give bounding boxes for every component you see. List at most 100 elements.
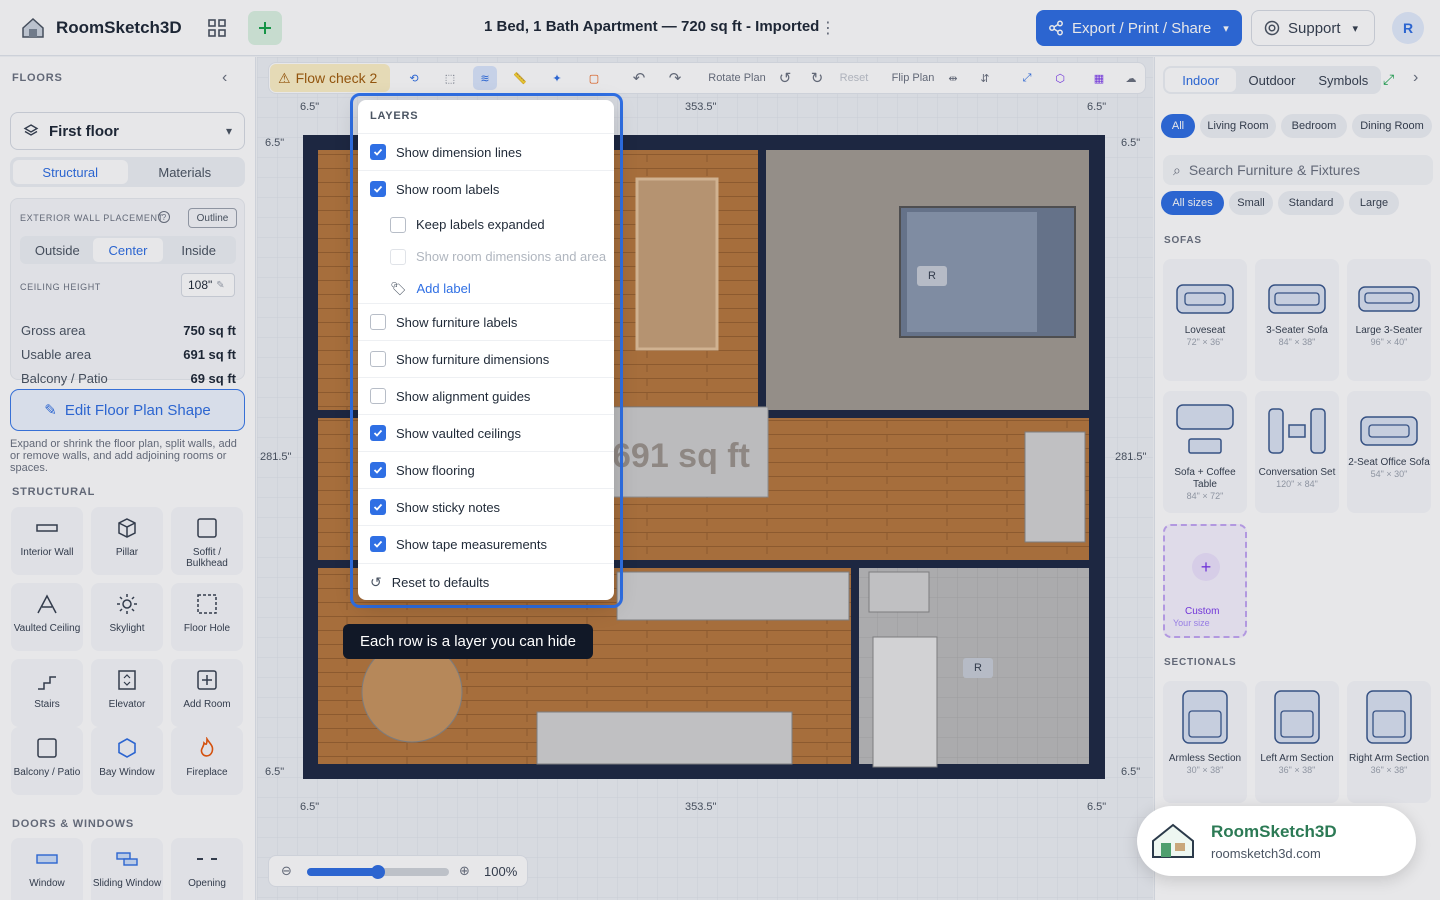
checkbox-icon[interactable] — [390, 248, 406, 265]
tool-floor-hole[interactable]: Floor Hole — [171, 583, 243, 651]
layer-row[interactable]: Show room labels — [358, 170, 614, 207]
zoom-slider[interactable] — [307, 865, 449, 879]
reset-rotate-button[interactable]: Reset — [838, 66, 870, 90]
note-icon[interactable]: ▢ — [582, 66, 606, 90]
brand[interactable]: RoomSketch3D — [20, 15, 195, 41]
furniture-search[interactable]: ⌕ Search Furniture & Fixtures — [1163, 155, 1433, 185]
rotate-right-icon[interactable]: ↻ — [806, 66, 828, 90]
edit-floor-plan-button[interactable]: ✎ Edit Floor Plan Shape — [10, 389, 245, 431]
checkbox-icon[interactable] — [370, 314, 386, 330]
reset-defaults-button[interactable]: ↺ Reset to defaults — [358, 563, 614, 600]
select-icon[interactable]: ⬚ — [438, 66, 462, 90]
more-options-icon[interactable]: ⋮ — [820, 16, 836, 40]
room-chip-all[interactable]: All — [1161, 114, 1195, 138]
new-plan-button[interactable] — [248, 11, 282, 45]
item-armless[interactable]: Armless Section 30" × 38" — [1163, 681, 1247, 803]
tool-interior-wall[interactable]: Interior Wall — [11, 507, 83, 575]
layer-row[interactable]: Show vaulted ceilings — [358, 414, 614, 451]
checkbox-checked-icon[interactable] — [370, 425, 386, 441]
layer-row[interactable]: Show tape measurements — [358, 525, 614, 562]
size-chip-small[interactable]: Small — [1229, 191, 1273, 215]
flip-plan-label[interactable]: Flip Plan — [888, 66, 938, 90]
checkbox-checked-icon[interactable] — [370, 181, 386, 197]
tab-materials[interactable]: Materials — [128, 160, 243, 184]
placement-outside[interactable]: Outside — [22, 238, 93, 262]
tab-outdoor[interactable]: Outdoor — [1236, 68, 1307, 92]
item-3-seater[interactable]: 3-Seater Sofa 84" × 38" — [1255, 259, 1339, 381]
3d-view-icon[interactable]: ⬡ — [1049, 66, 1071, 90]
support-button[interactable]: Support ▾ — [1251, 10, 1375, 46]
tool-add-room[interactable]: Add Room — [171, 659, 243, 727]
layer-row[interactable]: 🏷 Add label — [358, 270, 614, 307]
zoom-out-icon[interactable]: ⊖ — [281, 863, 292, 879]
tool-fireplace[interactable]: Fireplace — [171, 727, 243, 795]
checkbox-checked-icon[interactable] — [370, 462, 386, 478]
tab-indoor[interactable]: Indoor — [1165, 68, 1237, 92]
layer-row[interactable]: Show sticky notes — [358, 488, 614, 525]
tool-elevator[interactable]: Elevator — [91, 659, 163, 727]
item-custom[interactable]: + Custom Your size — [1163, 524, 1247, 638]
tool-skylight[interactable]: Skylight — [91, 583, 163, 651]
item-loveseat[interactable]: Loveseat 72" × 36" — [1163, 259, 1247, 381]
room-tag[interactable]: R — [917, 266, 947, 286]
item-office-sofa[interactable]: 2-Seat Office Sofa 54" × 30" — [1347, 391, 1431, 513]
rotate-plan-label[interactable]: Rotate Plan — [704, 66, 770, 90]
redo-icon[interactable]: ↷ — [664, 66, 686, 90]
tool-balcony[interactable]: Balcony / Patio — [11, 727, 83, 795]
checkbox-icon[interactable] — [370, 388, 386, 404]
item-right-arm[interactable]: Right Arm Section 36" × 38" — [1347, 681, 1431, 803]
layer-row[interactable]: Show alignment guides — [358, 377, 614, 414]
expand-icon[interactable]: ⤢ — [1383, 71, 1394, 88]
placement-inside[interactable]: Inside — [163, 238, 234, 262]
placement-center[interactable]: Center — [92, 238, 164, 262]
building-icon[interactable]: ▦ — [1088, 66, 1110, 90]
tool-vaulted-ceiling[interactable]: Vaulted Ceiling — [11, 583, 83, 651]
dashboard-button[interactable] — [200, 11, 234, 45]
layer-row[interactable]: Show furniture dimensions — [358, 340, 614, 377]
tab-symbols[interactable]: Symbols — [1308, 68, 1379, 92]
cloud-icon[interactable]: ☁ — [1120, 66, 1142, 90]
promo-card[interactable]: RoomSketch3D roomsketch3d.com — [1137, 806, 1416, 876]
tab-structural[interactable]: Structural — [13, 160, 128, 184]
layer-row[interactable]: Show dimension lines — [358, 133, 614, 170]
flow-check-button[interactable]: ⚠ Flow check 2 — [270, 64, 390, 92]
layer-row[interactable]: Show flooring — [358, 451, 614, 488]
size-chip-standard[interactable]: Standard — [1278, 191, 1344, 215]
ceiling-height-input[interactable]: 108" ✎ — [181, 273, 235, 297]
bath-tag[interactable]: R — [963, 658, 993, 678]
size-chip-all[interactable]: All sizes — [1161, 191, 1224, 215]
tool-sliding-window[interactable]: Sliding Window — [91, 838, 163, 900]
checkbox-checked-icon[interactable] — [370, 144, 386, 160]
item-sofa-coffee-table[interactable]: Sofa + Coffee Table 84" × 72" — [1163, 391, 1247, 513]
tool-bay-window[interactable]: Bay Window — [91, 727, 163, 795]
checkbox-checked-icon[interactable] — [370, 499, 386, 515]
avatar[interactable]: R — [1392, 12, 1424, 44]
document-title[interactable]: 1 Bed, 1 Bath Apartment — 720 sq ft - Im… — [484, 18, 819, 35]
undo-icon[interactable]: ↶ — [628, 66, 650, 90]
floor-select[interactable]: First floor ▾ — [10, 112, 245, 150]
chevron-right-icon[interactable]: › — [1413, 69, 1418, 87]
zoom-in-icon[interactable]: ⊕ — [459, 863, 470, 879]
tool-pillar[interactable]: Pillar — [91, 507, 163, 575]
rotate-left-icon[interactable]: ↺ — [774, 66, 796, 90]
help-icon[interactable]: ? — [158, 211, 170, 223]
collapse-panel-icon[interactable]: ‹ — [222, 69, 227, 87]
checkbox-icon[interactable] — [370, 351, 386, 367]
outline-badge[interactable]: Outline — [188, 208, 237, 228]
checkbox-checked-icon[interactable] — [370, 536, 386, 552]
layers-toolbar-icon[interactable]: ≋ — [473, 66, 497, 90]
tool-soffit[interactable]: Soffit / Bulkhead — [171, 507, 243, 575]
magic-wand-icon[interactable]: ✦ — [545, 66, 569, 90]
tool-window[interactable]: Window — [11, 838, 83, 900]
ruler-icon[interactable]: 📏 — [508, 66, 532, 90]
tool-stairs[interactable]: Stairs — [11, 659, 83, 727]
export-button[interactable]: Export / Print / Share ▾ — [1036, 10, 1242, 46]
flow-icon[interactable]: ⟲ — [402, 66, 426, 90]
item-left-arm[interactable]: Left Arm Section 36" × 38" — [1255, 681, 1339, 803]
layer-row[interactable]: Show furniture labels — [358, 303, 614, 340]
checkbox-icon[interactable] — [390, 216, 406, 233]
size-chip-large[interactable]: Large — [1349, 191, 1399, 215]
fit-screen-icon[interactable]: ⤢ — [1016, 66, 1038, 90]
item-large-3-seater[interactable]: Large 3-Seater 96" × 40" — [1347, 259, 1431, 381]
item-conversation-set[interactable]: Conversation Set 120" × 84" — [1255, 391, 1339, 513]
